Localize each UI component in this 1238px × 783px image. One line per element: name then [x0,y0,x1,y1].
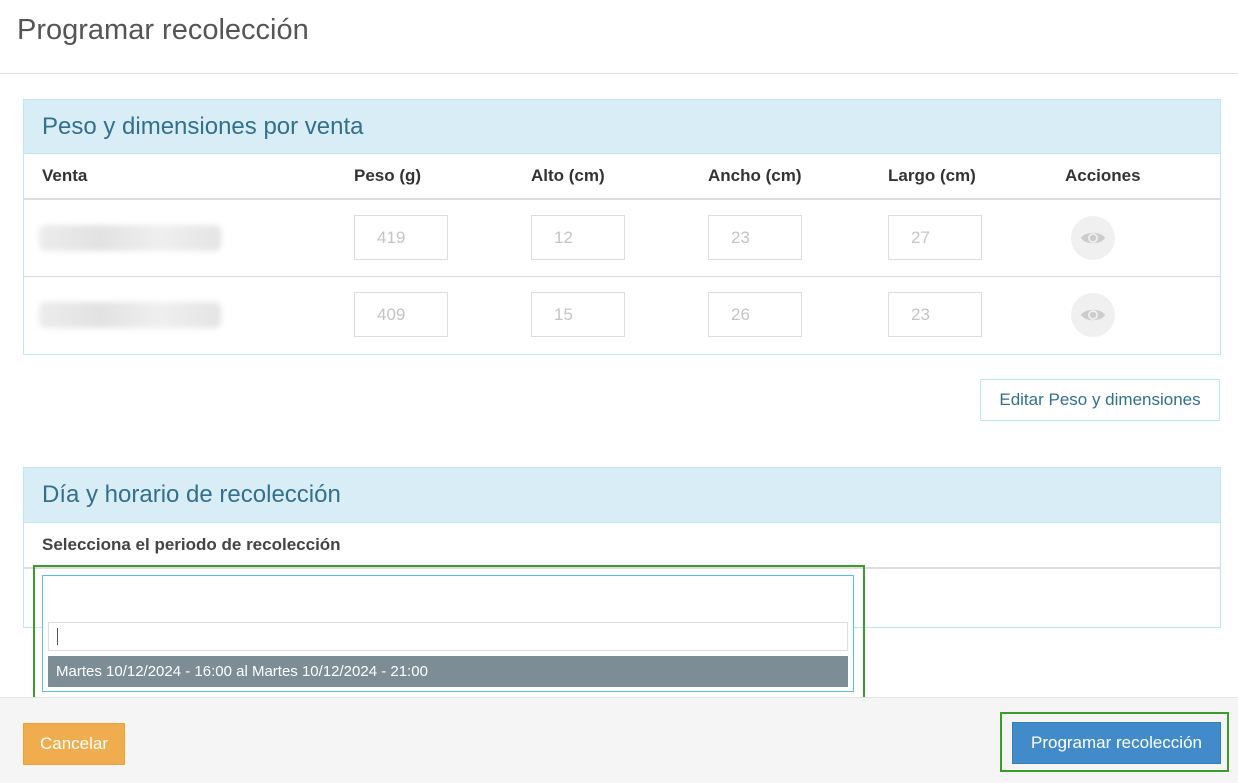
venta-cell [24,276,354,353]
table-header-row: Venta Peso (g) Alto (cm) Ancho (cm) Larg… [24,154,1220,200]
weights-panel-heading: Peso y dimensiones por venta [24,100,1220,154]
peso-input[interactable]: 419 [354,215,448,261]
alto-input[interactable]: 15 [531,292,625,338]
modal-header: Programar recolección [0,0,1238,74]
venta-cell [24,199,354,277]
edit-weights-button[interactable]: Editar Peso y dimensiones [980,379,1220,421]
column-header-acciones: Acciones [1065,154,1220,200]
sales-table: Venta Peso (g) Alto (cm) Ancho (cm) Larg… [24,154,1220,353]
text-caret [57,628,58,645]
period-label: Selecciona el periodo de recolección [24,523,1220,569]
largo-cell: 27 [888,199,1065,277]
peso-input[interactable]: 409 [354,292,448,338]
alto-input[interactable]: 12 [531,215,625,261]
largo-cell: 23 [888,276,1065,353]
column-header-largo: Largo (cm) [888,154,1065,200]
acciones-cell [1065,199,1220,277]
peso-cell: 419 [354,199,531,277]
weights-dimensions-panel: Peso y dimensiones por venta Venta Peso … [23,99,1221,355]
modal-title: Programar recolección [17,14,309,46]
column-header-venta: Venta [24,154,354,200]
column-header-alto: Alto (cm) [531,154,708,200]
view-button[interactable] [1071,215,1115,260]
table-row: 409 15 26 23 [24,276,1220,353]
acciones-cell [1065,276,1220,353]
table-row: 419 12 23 27 [24,199,1220,277]
ancho-cell: 26 [708,276,888,353]
dropdown-search-input[interactable] [48,622,848,651]
schedule-pickup-button[interactable]: Programar recolección [1012,722,1221,764]
redacted-sale-name [39,224,221,251]
ancho-cell: 23 [708,199,888,277]
column-header-ancho: Ancho (cm) [708,154,888,200]
schedule-panel-heading: Día y horario de recolección [24,468,1220,523]
eye-icon [1081,232,1105,243]
alto-cell: 12 [531,199,708,277]
largo-input[interactable]: 23 [888,292,982,338]
redacted-sale-name [39,301,221,328]
view-button[interactable] [1071,292,1115,337]
modal-footer: Cancelar Programar recolección [0,697,1238,783]
peso-cell: 409 [354,276,531,353]
column-header-peso: Peso (g) [354,154,531,200]
period-dropdown[interactable]: Martes 10/12/2024 - 16:00 al Martes 10/1… [42,575,854,692]
eye-icon [1081,309,1105,320]
dropdown-option[interactable]: Martes 10/12/2024 - 16:00 al Martes 10/1… [48,656,848,687]
ancho-input[interactable]: 23 [708,215,802,261]
cancel-button[interactable]: Cancelar [23,723,125,765]
ancho-input[interactable]: 26 [708,292,802,338]
alto-cell: 15 [531,276,708,353]
largo-input[interactable]: 27 [888,215,982,261]
